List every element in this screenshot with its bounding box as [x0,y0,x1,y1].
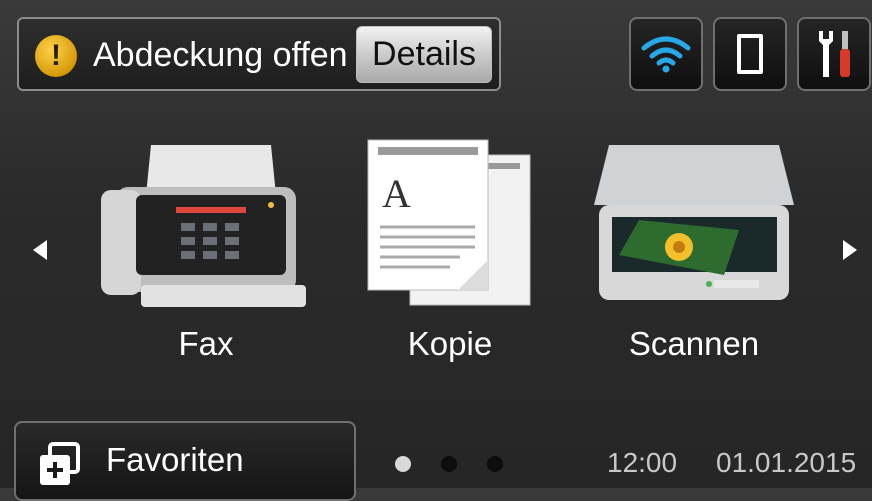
scanner-icon [594,145,794,300]
favorites-icon [40,442,80,485]
clock-date: 01.01.2015 [716,447,857,478]
paper-tray-icon [737,34,763,74]
warning-icon: ! [35,35,77,77]
fax-function-button[interactable]: Fax [96,135,316,375]
paper-tray-button[interactable] [713,17,787,91]
printer-home-screen: ! Abdeckung offen Details Fax A Kopie Sc… [0,0,872,501]
page-indicator [395,456,503,472]
settings-button[interactable] [797,17,871,91]
scan-label: Scannen [628,325,760,362]
svg-text:A: A [382,171,411,216]
page-dot [487,456,503,472]
wifi-button[interactable] [629,17,703,91]
copy-icon: A [367,139,531,306]
copy-label: Kopie [407,325,493,362]
clock-time: 12:00 [607,447,678,478]
fax-icon [101,145,306,307]
settings-tools-icon [819,31,850,77]
page-dot-active [395,456,411,472]
previous-page-arrow-icon[interactable] [33,240,47,260]
fax-label: Fax [178,325,234,362]
status-message: Abdeckung offen [93,36,348,74]
wifi-icon [641,36,691,73]
scan-function-button[interactable]: Scannen [584,135,804,375]
details-button[interactable]: Details [356,26,492,83]
next-page-arrow-icon[interactable] [843,240,857,260]
favorites-label: Favoriten [106,441,244,478]
page-dot [441,456,457,472]
favorites-button[interactable]: Favoriten [14,421,356,501]
copy-function-button[interactable]: A Kopie [340,135,560,375]
